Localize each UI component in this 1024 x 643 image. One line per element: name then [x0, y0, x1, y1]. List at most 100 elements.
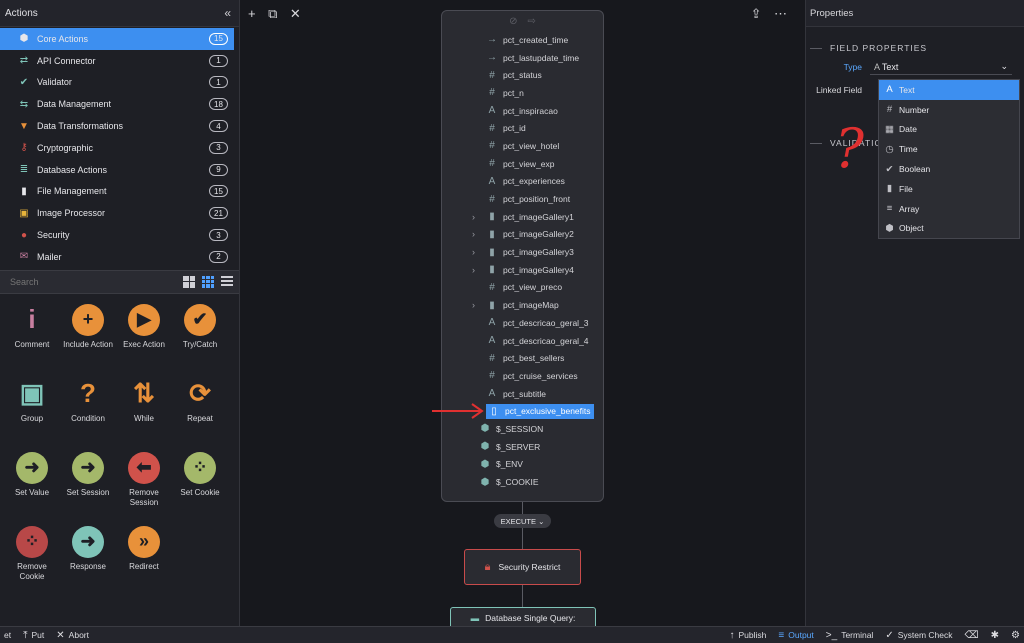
action-tile[interactable]: ➜ Set Value [4, 451, 60, 520]
action-tile[interactable]: ⁘ Remove Cookie [4, 525, 60, 594]
field-item[interactable]: # pct_view_preco [442, 279, 603, 297]
status-item-label: Abort [68, 630, 89, 640]
status-abort-button[interactable]: ✕ Abort [56, 630, 89, 641]
action-tile[interactable]: ⁘ Set Cookie [172, 451, 228, 520]
action-tile[interactable]: ⟳ Repeat [172, 378, 228, 446]
category-item[interactable]: ✉ Mailer 2 [0, 246, 234, 268]
type-option[interactable]: ≡ Array [879, 199, 1019, 219]
security-restrict-node[interactable]: 🔒︎ Security Restrict [464, 549, 581, 585]
action-tile[interactable]: ⇅ While [116, 378, 172, 446]
category-item[interactable]: ⇄ API Connector 1 [0, 50, 234, 72]
status-terminal-button[interactable]: >_ Terminal [826, 630, 874, 641]
field-item[interactable]: # pct_n [442, 84, 603, 102]
chevron-right-icon[interactable]: › [472, 265, 475, 275]
field-item[interactable]: Apct_subtitle [442, 385, 603, 403]
status-item-label: System Check [897, 630, 953, 640]
field-item[interactable]: Apct_descricao_geral_3 [442, 314, 603, 332]
cube-icon: ⬢ [480, 441, 490, 453]
type-option[interactable]: ⬢ Object [879, 219, 1019, 239]
field-item[interactable]: # pct_best_sellers [442, 349, 603, 367]
add-icon[interactable]: + [248, 6, 256, 21]
double-chevron-left-icon[interactable]: « [224, 6, 231, 20]
share-icon[interactable]: ⇪ [751, 6, 762, 21]
status-output-button[interactable]: ≡ Output [778, 630, 813, 641]
clock-icon: ◷ [885, 143, 894, 155]
no-entry-icon[interactable]: ⊘ [509, 16, 517, 27]
action-tile[interactable]: ➜ Set Session [60, 451, 116, 520]
field-item[interactable]: Apct_experiences [442, 173, 603, 191]
eraser-icon[interactable]: ⌫ [965, 630, 979, 641]
field-item[interactable]: Apct_descricao_geral_4 [442, 332, 603, 350]
search-input[interactable] [10, 276, 176, 287]
chevron-right-icon[interactable]: › [472, 229, 475, 239]
field-item[interactable]: › ▮ pct_imageMap [442, 296, 603, 314]
action-tile[interactable]: ▶ Exec Action [116, 303, 172, 372]
field-item[interactable]: # pct_cruise_services [442, 367, 603, 385]
type-option[interactable]: ✔ Boolean [879, 159, 1019, 179]
export-icon[interactable]: ⇨ [528, 16, 536, 27]
field-item[interactable]: # pct_id [442, 119, 603, 137]
global-var-item[interactable]: ⬢ $_COOKIE [442, 473, 603, 491]
field-item[interactable]: → pct_created_time [442, 31, 603, 49]
global-var-item[interactable]: ⬢ $_SERVER [442, 438, 603, 456]
status-put-button[interactable]: ⤒ Put [23, 630, 44, 641]
type-option[interactable]: # Number [879, 100, 1019, 120]
type-option[interactable]: ◷ Time [879, 139, 1019, 159]
type-option[interactable]: ▦ Date [879, 120, 1019, 140]
field-item[interactable]: # pct_view_exp [442, 155, 603, 173]
action-tile[interactable]: ➜ Response [60, 525, 116, 594]
status-et-button[interactable]: et [4, 630, 11, 640]
category-item[interactable]: ▼ Data Transformations 4 [0, 115, 234, 137]
type-option[interactable]: ▮ File [879, 179, 1019, 199]
field-name: pct_best_sellers [503, 353, 565, 364]
execute-pill[interactable]: EXECUTE ⌄ [494, 514, 551, 528]
flow-canvas[interactable]: + ⧉ ✕ ⇪ ⋯ ⊘ ⇨ → pct_created_time → pct_last… [240, 0, 805, 629]
field-item[interactable]: › ▮ pct_imageGallery4 [442, 261, 603, 279]
field-item[interactable]: › ▮ pct_imageGallery2 [442, 226, 603, 244]
global-var-item[interactable]: ⬢ $_ENV [442, 456, 603, 474]
type-select[interactable]: A Text ⌄ [870, 60, 1012, 75]
action-tile[interactable]: ? Condition [60, 378, 116, 446]
category-item[interactable]: ▮ File Management 15 [0, 181, 234, 203]
field-item[interactable]: # pct_status [442, 66, 603, 84]
field-item[interactable]: › ▮ pct_imageGallery3 [442, 243, 603, 261]
category-item[interactable]: ⇆ Data Management 18 [0, 93, 234, 115]
grid-large-view-icon[interactable] [183, 275, 195, 288]
chevron-right-icon[interactable]: › [472, 300, 475, 310]
category-item[interactable]: ✔ Validator 1 [0, 72, 234, 94]
field-type-icon: → [487, 52, 497, 64]
category-item[interactable]: ≣ Database Actions 9 [0, 159, 234, 181]
category-item[interactable]: ▣ Image Processor 21 [0, 202, 234, 224]
status-publish-button[interactable]: ↑ Publish [730, 630, 767, 641]
more-icon[interactable]: ⋯ [774, 6, 787, 21]
funnel-icon: ▼ [19, 120, 29, 132]
category-item[interactable]: ⬢ Core Actions 15 [0, 28, 234, 50]
action-tile[interactable]: ✔ Try/Catch [172, 303, 228, 372]
copy-icon[interactable]: ⧉ [268, 6, 277, 21]
field-item[interactable]: # pct_position_front [442, 190, 603, 208]
close-icon[interactable]: ✕ [290, 6, 301, 21]
status-item-icon: ⤒ [23, 629, 28, 641]
type-option[interactable]: A Text [879, 80, 1019, 100]
action-tile[interactable]: + Include Action [60, 303, 116, 372]
global-var-item[interactable]: ⬢ $_SESSION [442, 420, 603, 438]
category-item[interactable]: ● Security 3 [0, 224, 234, 246]
grid-small-view-icon[interactable] [202, 275, 214, 288]
action-tile[interactable]: ▣ Group [4, 378, 60, 446]
status-system-check-button[interactable]: ✓ System Check [885, 630, 952, 641]
category-item[interactable]: ⚷ Cryptographic 3 [0, 137, 234, 159]
chevron-right-icon[interactable]: › [472, 212, 475, 222]
field-type-icon: # [489, 370, 495, 382]
gear-icon[interactable]: ⚙ [1011, 630, 1020, 641]
bug-icon[interactable]: ✱ [991, 630, 999, 641]
action-tile[interactable]: ⬅ Remove Session [116, 451, 172, 520]
field-item[interactable]: # pct_view_hotel [442, 137, 603, 155]
field-item[interactable]: › ▮ pct_imageGallery1 [442, 208, 603, 226]
action-tile[interactable]: i Comment [4, 304, 60, 372]
check-circle-icon: ✔ [184, 303, 216, 336]
action-tile[interactable]: » Redirect [116, 525, 172, 594]
chevron-right-icon[interactable]: › [472, 247, 475, 257]
field-item[interactable]: → pct_lastupdate_time [442, 49, 603, 67]
list-view-icon[interactable] [221, 275, 233, 288]
field-item[interactable]: Apct_inspiracao [442, 102, 603, 120]
